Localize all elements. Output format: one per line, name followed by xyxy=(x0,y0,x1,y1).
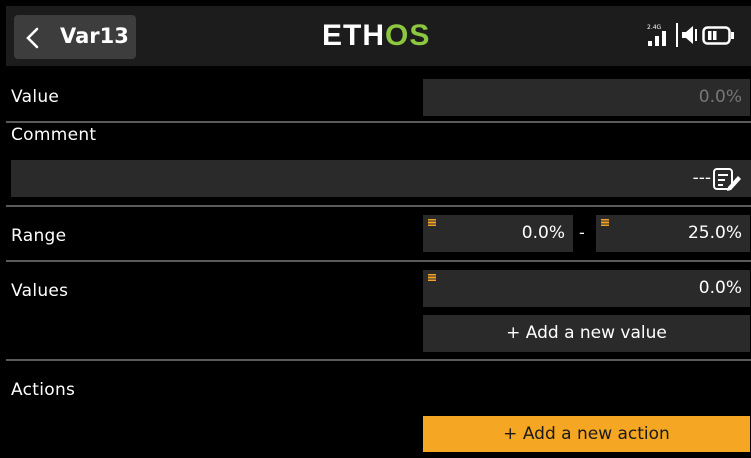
add-value-button[interactable]: + Add a new value xyxy=(423,315,750,352)
range-separator: - xyxy=(579,223,585,242)
top-bar: Var13 ETHOS 2.4G xyxy=(6,6,751,66)
page-title: Var13 xyxy=(60,24,129,48)
value-label: Value xyxy=(11,87,60,107)
edit-icon[interactable] xyxy=(712,167,742,191)
signal-icon: 2.4G xyxy=(647,24,666,46)
range-min-menu-icon xyxy=(428,219,436,226)
logo-main-text: ETH xyxy=(322,19,385,52)
range-label: Range xyxy=(11,226,67,246)
value-field: 0.0% xyxy=(423,79,750,116)
divider xyxy=(6,121,751,123)
actions-label: Actions xyxy=(11,380,76,400)
ethos-logo: ETHOS xyxy=(322,19,430,55)
back-button[interactable]: Var13 xyxy=(14,15,136,59)
divider xyxy=(6,260,751,262)
screen: Var13 ETHOS 2.4G Value 0.0% Comment --- … xyxy=(6,6,751,452)
signal-label: 2.4G xyxy=(647,24,662,31)
chevron-left-icon xyxy=(26,27,39,49)
values-label: Values xyxy=(11,281,69,301)
logo-accent-text: OS xyxy=(385,19,431,52)
divider xyxy=(6,359,751,361)
range-max-menu-icon xyxy=(601,219,609,226)
speaker-icon xyxy=(676,23,697,47)
values-field[interactable]: 0.0% xyxy=(423,270,750,307)
add-action-button[interactable]: + Add a new action xyxy=(423,416,750,452)
comment-label: Comment xyxy=(11,125,97,145)
divider xyxy=(6,205,751,207)
battery-icon xyxy=(702,26,734,45)
values-menu-icon xyxy=(428,274,436,281)
comment-value: --- xyxy=(692,168,711,188)
range-min-field[interactable]: 0.0% xyxy=(423,215,573,252)
comment-field[interactable]: --- xyxy=(11,160,751,197)
range-max-field[interactable]: 25.0% xyxy=(596,215,750,252)
